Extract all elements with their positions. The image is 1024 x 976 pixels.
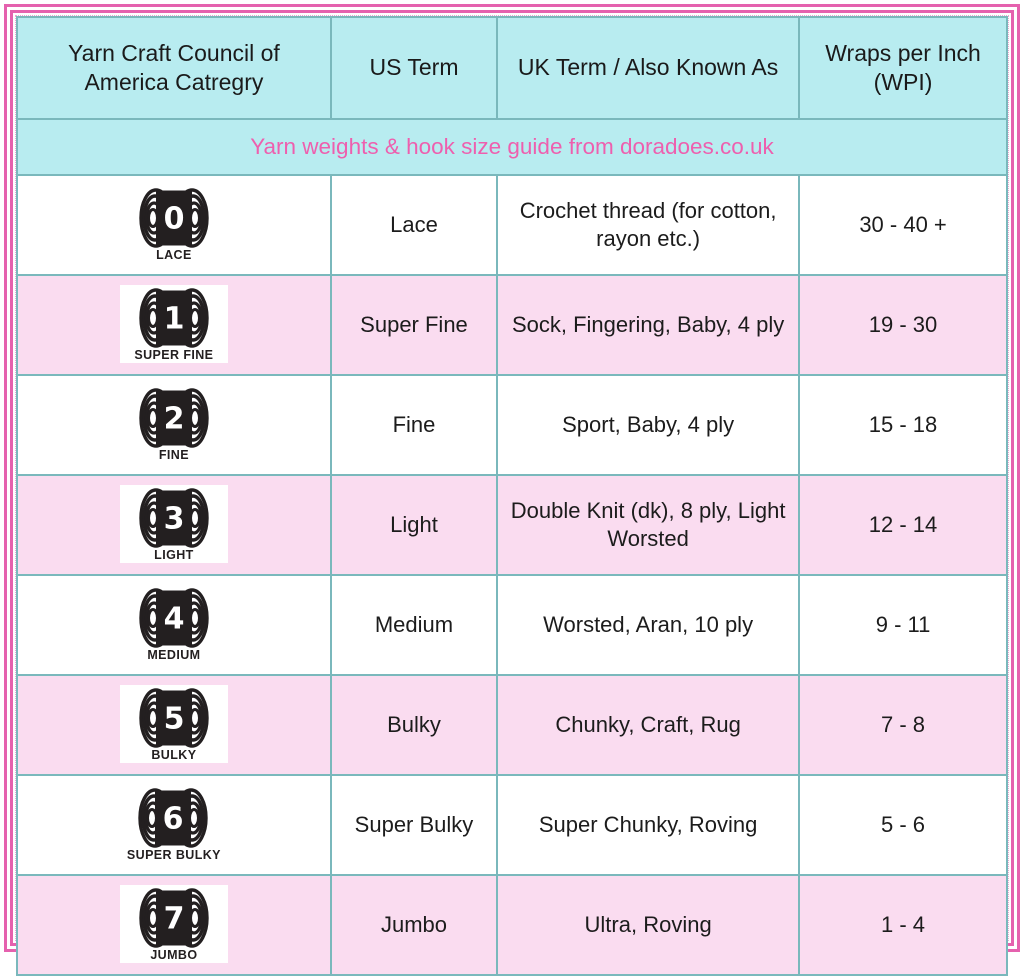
svg-text:5: 5 xyxy=(163,701,184,736)
column-header-category: Yarn Craft Council of America Catregry xyxy=(16,16,332,120)
yarn-weight-symbol-cell: 4 MEDIUM xyxy=(16,574,332,676)
yarn-skein-label: LACE xyxy=(156,247,192,262)
svg-text:7: 7 xyxy=(163,901,184,936)
yarn-skein-icon: 1 SUPER FINE xyxy=(119,284,228,363)
yarn-skein-label: JUMBO xyxy=(150,947,198,962)
yarn-skein-icon: 0 LACE xyxy=(119,184,228,263)
uk-term-cell: Sport, Baby, 4 ply xyxy=(496,374,801,476)
yarn-skein-icon: 3 LIGHT xyxy=(119,484,228,563)
yarn-weight-symbol-cell: 6 SUPER BULKY xyxy=(16,774,332,876)
column-header-us-term: US Term xyxy=(329,16,499,120)
wpi-cell: 9 - 11 xyxy=(798,574,1008,676)
wpi-cell: 15 - 18 xyxy=(798,374,1008,476)
yarn-skein-icon: 4 MEDIUM xyxy=(119,584,228,663)
uk-term-cell: Sock, Fingering, Baby, 4 ply xyxy=(496,274,801,376)
svg-text:6: 6 xyxy=(162,801,183,836)
us-term-cell: Bulky xyxy=(329,674,499,776)
uk-term-cell: Worsted, Aran, 10 ply xyxy=(496,574,801,676)
subtitle-banner: Yarn weights & hook size guide from dora… xyxy=(16,118,1008,176)
table-row: 3 LIGHT Light Double Knit (dk), 8 ply, Lig… xyxy=(16,474,1008,576)
table-row: 6 SUPER BULKY Super Bulky Super Chunky, Ro… xyxy=(16,774,1008,876)
us-term-cell: Medium xyxy=(329,574,499,676)
yarn-weight-symbol-cell: 5 BULKY xyxy=(16,674,332,776)
page: Yarn Craft Council of America Catregry U… xyxy=(0,0,1024,976)
yarn-skein-icon: 5 BULKY xyxy=(119,684,228,763)
decorative-border-outer: Yarn Craft Council of America Catregry U… xyxy=(4,4,1020,976)
svg-text:2: 2 xyxy=(163,401,184,436)
uk-term-cell: Double Knit (dk), 8 ply, Light Worsted xyxy=(496,474,801,576)
wpi-cell: 12 - 14 xyxy=(798,474,1008,576)
us-term-cell: Jumbo xyxy=(329,874,499,976)
table-header-row: Yarn Craft Council of America Catregry U… xyxy=(16,16,1008,120)
subtitle-banner-row: Yarn weights & hook size guide from dora… xyxy=(16,118,1008,176)
svg-text:4: 4 xyxy=(163,601,184,636)
yarn-skein-label: BULKY xyxy=(151,747,197,762)
yarn-skein-icon: 7 JUMBO xyxy=(119,884,228,963)
yarn-skein-icon: 2 FINE xyxy=(119,384,228,463)
yarn-weight-symbol-cell: 0 LACE xyxy=(16,174,332,276)
wpi-cell: 1 - 4 xyxy=(798,874,1008,976)
yarn-skein-icon: 6 SUPER BULKY xyxy=(118,784,229,863)
column-header-wpi: Wraps per Inch (WPI) xyxy=(798,16,1008,120)
decorative-border-inner: Yarn Craft Council of America Catregry U… xyxy=(10,10,1014,976)
wpi-cell: 5 - 6 xyxy=(798,774,1008,876)
yarn-weight-symbol-cell: 1 SUPER FINE xyxy=(16,274,332,376)
uk-term-cell: Chunky, Craft, Rug xyxy=(496,674,801,776)
uk-term-cell: Ultra, Roving xyxy=(496,874,801,976)
table-row: 4 MEDIUM Medium Worsted, Aran, 10 ply 9 - 1… xyxy=(16,574,1008,676)
uk-term-cell: Super Chunky, Roving xyxy=(496,774,801,876)
us-term-cell: Light xyxy=(329,474,499,576)
table-row: 0 LACE Lace Crochet thread (for cotton, ra… xyxy=(16,174,1008,276)
svg-text:1: 1 xyxy=(163,301,184,336)
wpi-cell: 30 - 40 + xyxy=(798,174,1008,276)
us-term-cell: Fine xyxy=(329,374,499,476)
table-row: 2 FINE Fine Sport, Baby, 4 ply 15 - 18 xyxy=(16,374,1008,476)
wpi-cell: 19 - 30 xyxy=(798,274,1008,376)
decorative-border-dotted: Yarn Craft Council of America Catregry U… xyxy=(15,15,1009,976)
svg-text:0: 0 xyxy=(163,201,184,236)
us-term-cell: Super Bulky xyxy=(329,774,499,876)
yarn-weight-symbol-cell: 3 LIGHT xyxy=(16,474,332,576)
table-body: 0 LACE Lace Crochet thread (for cotton, ra… xyxy=(16,174,1008,976)
table-row: 1 SUPER FINE Super Fine Sock, Fingering, B… xyxy=(16,274,1008,376)
svg-text:3: 3 xyxy=(163,501,184,536)
column-header-uk-term: UK Term / Also Known As xyxy=(496,16,801,120)
yarn-weight-symbol-cell: 2 FINE xyxy=(16,374,332,476)
yarn-weight-symbol-cell: 7 JUMBO xyxy=(16,874,332,976)
table-row: 7 JUMBO Jumbo Ultra, Roving 1 - 4 xyxy=(16,874,1008,976)
us-term-cell: Lace xyxy=(329,174,499,276)
uk-term-cell: Crochet thread (for cotton, rayon etc.) xyxy=(496,174,801,276)
yarn-skein-label: FINE xyxy=(158,447,189,462)
yarn-skein-label: SUPER BULKY xyxy=(126,847,221,862)
yarn-skein-label: MEDIUM xyxy=(147,647,201,662)
yarn-skein-label: LIGHT xyxy=(154,547,194,562)
wpi-cell: 7 - 8 xyxy=(798,674,1008,776)
yarn-skein-label: SUPER FINE xyxy=(134,347,214,362)
us-term-cell: Super Fine xyxy=(329,274,499,376)
table-row: 5 BULKY Bulky Chunky, Craft, Rug 7 - 8 xyxy=(16,674,1008,776)
yarn-weight-table: Yarn Craft Council of America Catregry U… xyxy=(16,16,1008,976)
